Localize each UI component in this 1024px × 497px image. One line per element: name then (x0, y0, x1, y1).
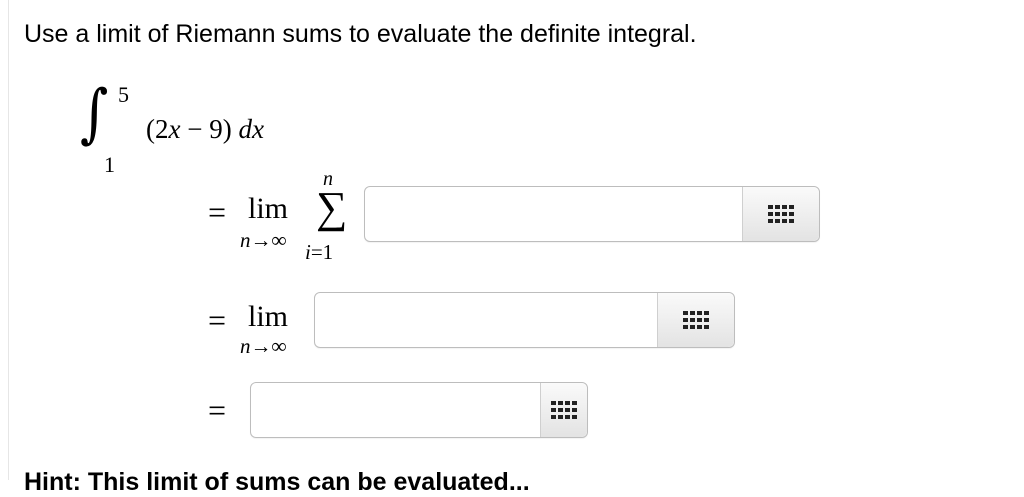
keypad-grid-icon (768, 205, 794, 223)
math-keypad-button-3[interactable] (540, 383, 587, 437)
integrand: (2x − 9) dx (146, 114, 264, 144)
summation-sign: ∑ (316, 183, 348, 232)
keypad-grid-icon (683, 311, 709, 329)
hint-text-cutoff: Hint: This limit of sums can be evaluate… (24, 468, 530, 496)
integral-sign: ∫ (80, 77, 109, 151)
limit-expression-input[interactable] (315, 293, 657, 347)
answer-box-limit (314, 292, 735, 348)
equals-sign-3: = (208, 392, 227, 428)
equals-sign-2: = (208, 302, 227, 338)
keypad-grid-icon (551, 401, 577, 419)
limit-label-2: lim (248, 300, 289, 333)
math-keypad-button-1[interactable] (742, 187, 819, 241)
integral-upper-limit: 5 (118, 82, 129, 107)
question-prompt: Use a limit of Riemann sums to evaluate … (24, 20, 697, 48)
sum-term-input[interactable] (365, 187, 742, 241)
limit-subscript-2: n→∞ (240, 334, 287, 358)
limit-label-1: lim (248, 192, 289, 225)
answer-box-final (250, 382, 588, 438)
limit-subscript-1: n→∞ (240, 228, 287, 252)
equals-sign-1: = (208, 194, 227, 230)
math-keypad-button-2[interactable] (657, 293, 734, 347)
integral-lower-limit: 1 (104, 152, 115, 177)
answer-box-sum (364, 186, 820, 242)
sum-lower-index: i=1 (305, 240, 334, 264)
final-value-input[interactable] (251, 383, 540, 437)
